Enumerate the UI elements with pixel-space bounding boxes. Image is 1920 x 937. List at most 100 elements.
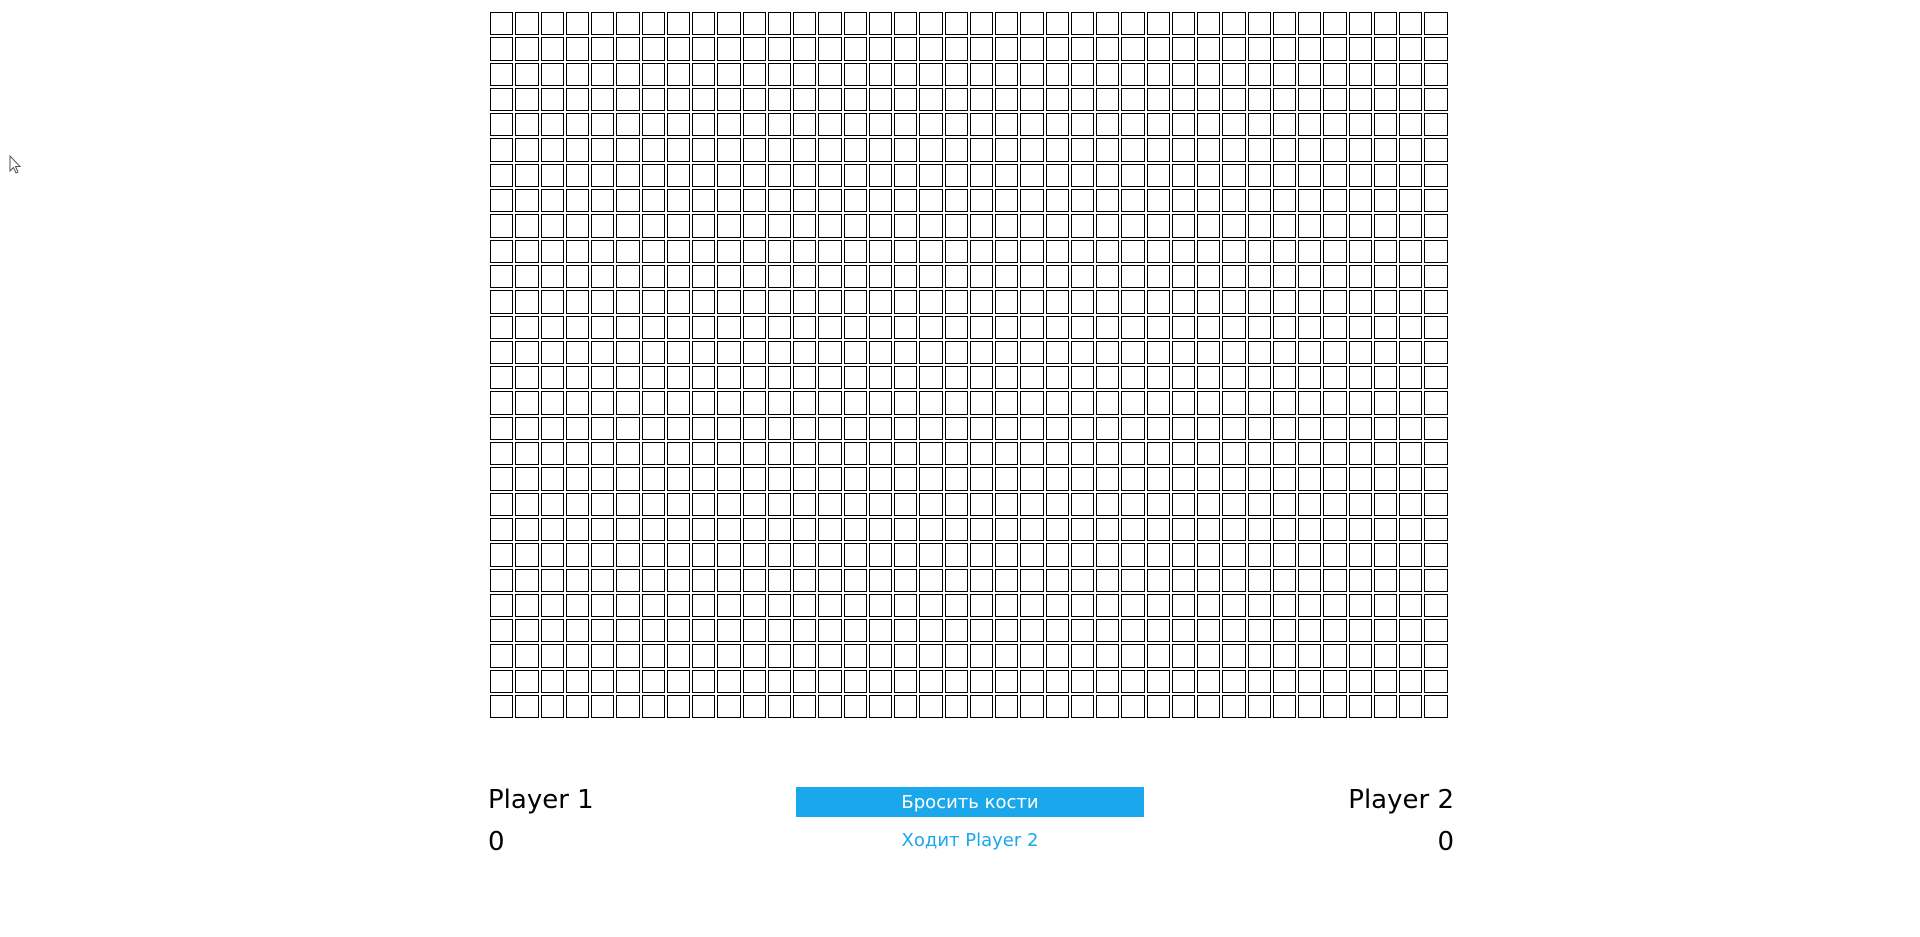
board-cell[interactable]: [1298, 669, 1322, 694]
board-cell[interactable]: [1222, 467, 1246, 491]
board-cell[interactable]: [1146, 138, 1170, 162]
board-cell[interactable]: [767, 214, 791, 238]
board-cell[interactable]: [591, 12, 615, 36]
board-cell[interactable]: [515, 492, 539, 516]
board-cell[interactable]: [1020, 239, 1044, 263]
board-cell[interactable]: [1197, 593, 1221, 618]
board-cell[interactable]: [793, 264, 817, 289]
board-cell[interactable]: [1222, 62, 1246, 86]
board-cell[interactable]: [843, 340, 867, 365]
board-cell[interactable]: [1146, 12, 1170, 36]
board-cell[interactable]: [742, 189, 766, 213]
board-cell[interactable]: [1247, 416, 1271, 441]
board-cell[interactable]: [565, 568, 589, 592]
board-cell[interactable]: [944, 113, 968, 137]
board-cell[interactable]: [868, 189, 892, 213]
board-cell[interactable]: [843, 214, 867, 238]
board-cell[interactable]: [742, 366, 766, 390]
board-cell[interactable]: [818, 264, 842, 289]
board-cell[interactable]: [1399, 138, 1423, 162]
board-cell[interactable]: [742, 517, 766, 542]
board-cell[interactable]: [1348, 264, 1372, 289]
board-cell[interactable]: [1247, 239, 1271, 263]
board-cell[interactable]: [919, 619, 943, 643]
board-cell[interactable]: [1096, 239, 1120, 263]
board-cell[interactable]: [1373, 138, 1397, 162]
board-cell[interactable]: [565, 87, 589, 112]
board-cell[interactable]: [1045, 87, 1069, 112]
board-cell[interactable]: [1298, 568, 1322, 592]
board-cell[interactable]: [1197, 416, 1221, 441]
board-cell[interactable]: [767, 290, 791, 314]
board-cell[interactable]: [767, 366, 791, 390]
board-cell[interactable]: [1399, 644, 1423, 668]
board-cell[interactable]: [1373, 189, 1397, 213]
board-cell[interactable]: [995, 543, 1019, 567]
board-cell[interactable]: [1247, 593, 1271, 618]
board-cell[interactable]: [843, 62, 867, 86]
board-cell[interactable]: [641, 37, 665, 61]
board-cell[interactable]: [1197, 492, 1221, 516]
board-cell[interactable]: [616, 619, 640, 643]
board-cell[interactable]: [1272, 189, 1296, 213]
board-cell[interactable]: [1171, 695, 1195, 719]
board-cell[interactable]: [1070, 442, 1094, 466]
board-cell[interactable]: [1096, 214, 1120, 238]
board-cell[interactable]: [1323, 644, 1347, 668]
board-cell[interactable]: [616, 517, 640, 542]
board-cell[interactable]: [919, 517, 943, 542]
board-cell[interactable]: [1096, 593, 1120, 618]
board-cell[interactable]: [868, 568, 892, 592]
board-cell[interactable]: [919, 163, 943, 188]
board-cell[interactable]: [1298, 189, 1322, 213]
board-cell[interactable]: [540, 239, 564, 263]
board-cell[interactable]: [818, 619, 842, 643]
board-cell[interactable]: [1247, 62, 1271, 86]
board-cell[interactable]: [1146, 264, 1170, 289]
board-cell[interactable]: [591, 416, 615, 441]
board-cell[interactable]: [1298, 442, 1322, 466]
board-cell[interactable]: [969, 62, 993, 86]
board-cell[interactable]: [919, 214, 943, 238]
board-cell[interactable]: [666, 340, 690, 365]
board-cell[interactable]: [565, 290, 589, 314]
board-cell[interactable]: [515, 239, 539, 263]
board-cell[interactable]: [1146, 695, 1170, 719]
board-cell[interactable]: [1272, 138, 1296, 162]
board-cell[interactable]: [1272, 517, 1296, 542]
board-cell[interactable]: [1399, 467, 1423, 491]
board-cell[interactable]: [793, 366, 817, 390]
board-cell[interactable]: [868, 619, 892, 643]
board-cell[interactable]: [969, 340, 993, 365]
board-cell[interactable]: [1323, 340, 1347, 365]
board-cell[interactable]: [1045, 517, 1069, 542]
board-cell[interactable]: [1020, 416, 1044, 441]
board-cell[interactable]: [515, 138, 539, 162]
board-cell[interactable]: [515, 695, 539, 719]
board-cell[interactable]: [767, 416, 791, 441]
board-cell[interactable]: [894, 669, 918, 694]
board-cell[interactable]: [591, 669, 615, 694]
board-cell[interactable]: [1171, 543, 1195, 567]
board-cell[interactable]: [1171, 87, 1195, 112]
board-cell[interactable]: [616, 695, 640, 719]
board-cell[interactable]: [793, 37, 817, 61]
board-cell[interactable]: [919, 492, 943, 516]
board-cell[interactable]: [1373, 467, 1397, 491]
board-cell[interactable]: [1272, 214, 1296, 238]
board-cell[interactable]: [894, 492, 918, 516]
board-cell[interactable]: [1020, 593, 1044, 618]
board-cell[interactable]: [868, 163, 892, 188]
board-cell[interactable]: [793, 416, 817, 441]
board-cell[interactable]: [1121, 239, 1145, 263]
board-cell[interactable]: [490, 315, 514, 339]
board-cell[interactable]: [1045, 315, 1069, 339]
board-cell[interactable]: [969, 366, 993, 390]
board-cell[interactable]: [565, 62, 589, 86]
board-cell[interactable]: [995, 467, 1019, 491]
board-cell[interactable]: [1424, 340, 1448, 365]
board-cell[interactable]: [1222, 669, 1246, 694]
board-cell[interactable]: [1020, 62, 1044, 86]
board-cell[interactable]: [490, 467, 514, 491]
board-cell[interactable]: [868, 340, 892, 365]
